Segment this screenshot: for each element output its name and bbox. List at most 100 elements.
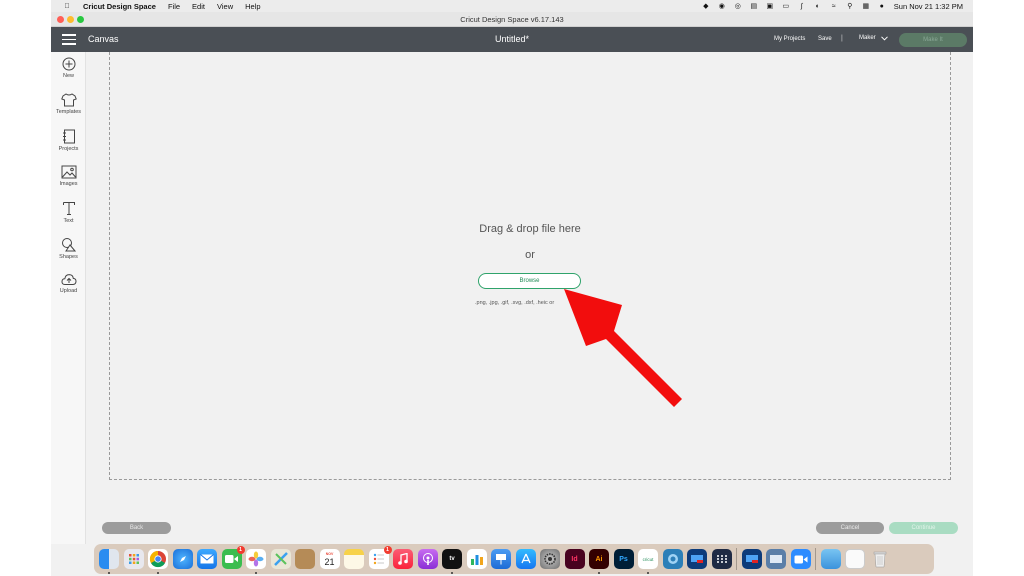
dock-facetime-icon[interactable]: 1 — [221, 546, 245, 569]
dock-notes-icon[interactable] — [344, 549, 364, 569]
notebook-icon — [62, 129, 75, 144]
screen-record-icon[interactable]: ▣ — [766, 3, 774, 10]
dock-photoshop-icon[interactable]: Ps — [613, 549, 634, 569]
dock-recent-window-icon[interactable] — [766, 549, 786, 569]
continue-button[interactable]: Continue — [889, 522, 958, 534]
upload-drop-zone[interactable]: Drag & drop file here or Browse .png, .j… — [109, 52, 951, 480]
left-sidebar: New Templates Projects Images Text Shape… — [51, 52, 86, 544]
dock-system-preferences-icon[interactable] — [540, 549, 560, 569]
control-center-icon[interactable]: ▦ — [862, 3, 870, 10]
sidebar-item-text[interactable]: Text — [51, 201, 86, 235]
window-title: Cricut Design Space v6.17.143 — [460, 15, 564, 24]
app-header: Canvas Untitled* My Projects Save | Make… — [51, 27, 973, 52]
dark-mode-icon[interactable]: ◐ — [814, 3, 822, 10]
dock-live-app-icon[interactable] — [687, 549, 707, 569]
dock-finder-icon[interactable] — [99, 549, 119, 574]
save-button[interactable]: Save — [818, 36, 832, 42]
siri-icon[interactable]: ● — [878, 3, 886, 10]
dock-safari-icon[interactable] — [172, 549, 193, 569]
red-arrow-annotation — [564, 289, 682, 407]
vpn-icon[interactable]: ◎ — [734, 3, 742, 10]
sidebar-item-images[interactable]: Images — [51, 165, 86, 199]
dock: 1 NOV 21 1 tv Id Ai Ps cricut — [94, 544, 934, 574]
dock-reminders-icon[interactable]: 1 — [368, 546, 392, 569]
dock-indesign-icon[interactable]: Id — [564, 549, 585, 569]
shapes-icon — [62, 238, 76, 252]
menu-app-name[interactable]: Cricut Design Space — [83, 2, 156, 11]
menu-edit[interactable]: Edit — [192, 2, 205, 11]
dock-silhouette-icon[interactable] — [662, 549, 683, 569]
menu-bar:  Cricut Design Space File Edit View Hel… — [51, 0, 973, 12]
image-icon — [61, 165, 76, 179]
make-it-button[interactable]: Make It — [899, 33, 967, 47]
menu-file[interactable]: File — [168, 2, 180, 11]
apple-icon[interactable]:  — [63, 3, 71, 10]
dock-chrome-icon[interactable] — [148, 549, 168, 574]
dock-numbers-icon[interactable] — [466, 549, 487, 569]
machine-select[interactable]: Maker — [859, 35, 888, 41]
dock-podcasts-icon[interactable] — [417, 549, 438, 569]
dock-music-icon[interactable] — [393, 549, 413, 569]
my-projects-link[interactable]: My Projects — [774, 36, 805, 42]
sidebar-item-new[interactable]: New — [51, 57, 86, 91]
creative-cloud-icon[interactable]: ◉ — [718, 3, 726, 10]
dock-appstore-icon[interactable] — [515, 549, 536, 569]
sidebar-item-label: Projects — [58, 146, 79, 152]
menu-help[interactable]: Help — [245, 2, 260, 11]
dock-notes-scraps-icon[interactable] — [295, 549, 315, 569]
dock-launchpad-icon[interactable] — [123, 549, 144, 569]
photoshop-label: Ps — [619, 555, 628, 563]
dock-cricut-icon[interactable]: cricut — [638, 549, 658, 574]
sidebar-item-label: Shapes — [59, 254, 78, 260]
plus-circle-icon — [62, 57, 75, 71]
calendar-day: 21 — [324, 556, 335, 567]
dock-photos-icon[interactable] — [246, 549, 266, 574]
dock-maps-icon[interactable] — [270, 549, 291, 569]
cloud-upload-icon — [60, 274, 77, 285]
dropbox-icon[interactable]: ◆ — [702, 3, 710, 10]
battery-icon[interactable]: ▭ — [782, 3, 790, 10]
wifi-icon[interactable]: ≈ — [830, 3, 838, 10]
dock-grid-app-icon[interactable] — [711, 549, 732, 569]
dock-documents-stack-icon[interactable] — [845, 549, 865, 569]
chevron-down-icon — [880, 35, 888, 41]
dock-illustrator-icon[interactable]: Ai — [589, 549, 609, 574]
window-icon[interactable]: ▤ — [750, 3, 758, 10]
sidebar-item-upload[interactable]: Upload — [51, 273, 86, 307]
sidebar-item-shapes[interactable]: Shapes — [51, 237, 86, 271]
document-title: Untitled* — [494, 34, 530, 44]
dock-separator — [815, 548, 816, 570]
dock-zoom-icon[interactable] — [790, 549, 811, 569]
back-button[interactable]: Back — [102, 522, 171, 534]
drop-or-text: or — [525, 249, 535, 261]
search-icon[interactable]: ⚲ — [846, 3, 854, 10]
menu-view[interactable]: View — [217, 2, 233, 11]
text-t-icon — [62, 202, 75, 215]
header-separator: | — [841, 35, 843, 42]
dock-keynote-icon[interactable] — [491, 549, 511, 569]
sidebar-item-label: Images — [59, 181, 78, 187]
machine-label: Maker — [859, 35, 876, 41]
dock-appletv-icon[interactable]: tv — [442, 549, 462, 574]
dock-calendar-icon[interactable]: NOV 21 — [319, 549, 340, 569]
drop-instruction: Drag & drop file here — [479, 223, 581, 235]
bluetooth-icon[interactable]: ∫ — [798, 3, 806, 10]
cancel-button[interactable]: Cancel — [816, 522, 884, 534]
illustrator-label: Ai — [595, 555, 603, 563]
dock-trash-icon[interactable] — [870, 549, 890, 569]
appletv-label: tv — [449, 556, 455, 562]
dock-mail-icon[interactable] — [197, 549, 217, 569]
facetime-badge: 1 — [236, 546, 245, 554]
sidebar-item-templates[interactable]: Templates — [51, 93, 86, 127]
dock-recent-live-icon[interactable] — [741, 549, 762, 569]
cricut-label: cricut — [642, 556, 654, 562]
tshirt-icon — [60, 93, 77, 107]
menu-clock[interactable]: Sun Nov 21 1:32 PM — [894, 2, 963, 11]
sidebar-item-label: New — [62, 73, 74, 79]
dock-separator — [736, 548, 737, 570]
sidebar-item-label: Upload — [59, 288, 78, 294]
dock-downloads-folder-icon[interactable] — [820, 549, 841, 569]
sidebar-item-projects[interactable]: Projects — [51, 129, 86, 163]
supported-file-types: .png, .jpg, .gif, .svg, .dxf, .heic or — [475, 300, 555, 306]
indesign-label: Id — [571, 555, 578, 563]
